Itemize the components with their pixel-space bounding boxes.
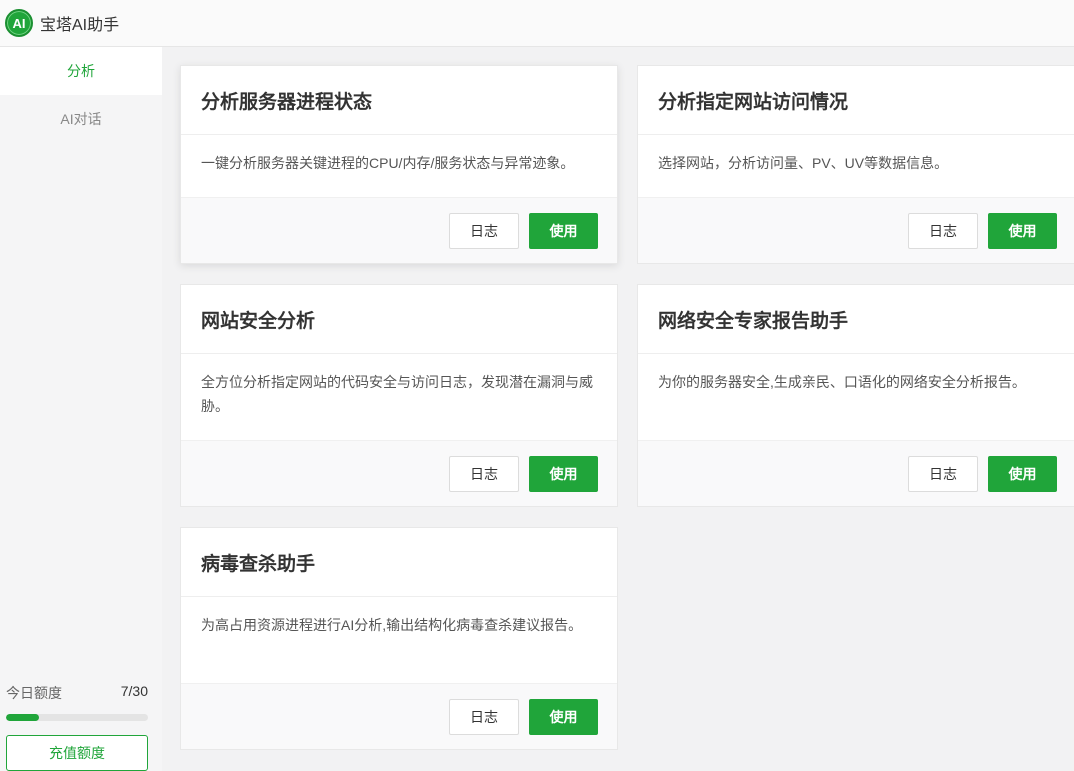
log-button[interactable]: 日志 <box>449 699 519 735</box>
use-button[interactable]: 使用 <box>988 213 1057 249</box>
card-process-analysis: 分析服务器进程状态 一键分析服务器关键进程的CPU/内存/服务状态与异常迹象。 … <box>180 65 618 264</box>
use-button[interactable]: 使用 <box>529 213 598 249</box>
card-title: 分析服务器进程状态 <box>181 66 617 135</box>
card-site-traffic: 分析指定网站访问情况 选择网站，分析访问量、PV、UV等数据信息。 日志 使用 <box>637 65 1074 264</box>
card-description: 为高占用资源进程进行AI分析,输出结构化病毒查杀建议报告。 <box>201 617 583 633</box>
log-button[interactable]: 日志 <box>449 456 519 492</box>
card-title: 网络安全专家报告助手 <box>638 285 1074 354</box>
log-button[interactable]: 日志 <box>908 456 978 492</box>
quota-value: 7/30 <box>120 683 148 699</box>
card-footer: 日志 使用 <box>181 683 617 749</box>
card-footer: 日志 使用 <box>638 440 1074 506</box>
use-button[interactable]: 使用 <box>988 456 1057 492</box>
sidebar: 分析 AI对话 今日额度 7/30 充值额度 <box>0 47 162 771</box>
quota-label: 今日额度 <box>6 685 62 701</box>
card-title: 网站安全分析 <box>181 285 617 354</box>
card-footer: 日志 使用 <box>181 440 617 506</box>
card-footer: 日志 使用 <box>181 197 617 263</box>
card-site-security: 网站安全分析 全方位分析指定网站的代码安全与访问日志，发现潜在漏洞与威胁。 日志… <box>180 284 618 507</box>
recharge-button[interactable]: 充值额度 <box>6 735 148 771</box>
card-description: 一键分析服务器关键进程的CPU/内存/服务状态与异常迹象。 <box>201 155 575 171</box>
card-title: 病毒查杀助手 <box>181 528 617 597</box>
card-description: 选择网站，分析访问量、PV、UV等数据信息。 <box>658 155 949 171</box>
log-button[interactable]: 日志 <box>449 213 519 249</box>
use-button[interactable]: 使用 <box>529 699 598 735</box>
quota-progress-bar <box>6 714 148 721</box>
card-footer: 日志 使用 <box>638 197 1074 263</box>
sidebar-item-analysis[interactable]: 分析 <box>0 47 162 95</box>
card-security-report: 网络安全专家报告助手 为你的服务器安全,生成亲民、口语化的网络安全分析报告。 日… <box>637 284 1074 507</box>
top-bar: AI 宝塔AI助手 <box>0 0 1074 47</box>
log-button[interactable]: 日志 <box>908 213 978 249</box>
card-description: 为你的服务器安全,生成亲民、口语化的网络安全分析报告。 <box>658 374 1026 390</box>
card-description: 全方位分析指定网站的代码安全与访问日志，发现潜在漏洞与威胁。 <box>201 374 593 414</box>
quota-progress-fill <box>6 714 40 721</box>
use-button[interactable]: 使用 <box>529 456 598 492</box>
app-title: 宝塔AI助手 <box>40 17 120 34</box>
ai-logo-icon: AI <box>5 9 33 37</box>
card-virus-scan: 病毒查杀助手 为高占用资源进程进行AI分析,输出结构化病毒查杀建议报告。 日志 … <box>180 527 618 750</box>
quota-panel: 今日额度 7/30 充值额度 <box>6 683 148 771</box>
sidebar-item-ai-chat[interactable]: AI对话 <box>0 95 162 143</box>
card-title: 分析指定网站访问情况 <box>638 66 1074 135</box>
